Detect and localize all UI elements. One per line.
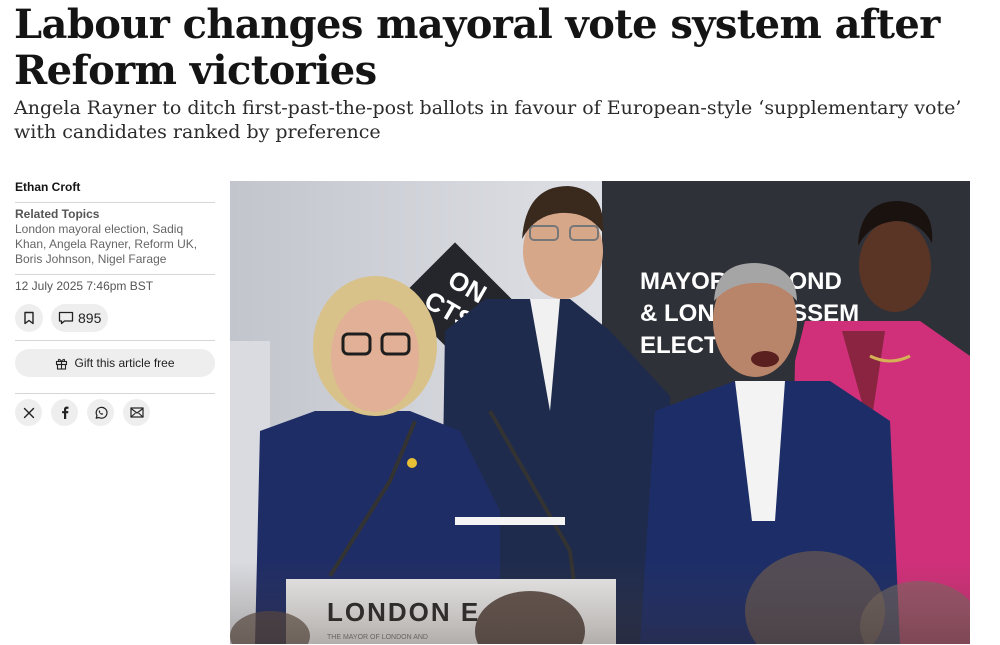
share-email-button[interactable] bbox=[123, 399, 150, 426]
audience bbox=[230, 551, 970, 644]
related-topics-title: Related Topics bbox=[15, 207, 100, 221]
comments-button[interactable]: 895 bbox=[51, 304, 109, 332]
gift-section: Gift this article free bbox=[15, 349, 215, 393]
email-icon bbox=[129, 407, 144, 418]
bookmark-button[interactable] bbox=[15, 304, 43, 332]
gift-icon bbox=[56, 358, 68, 370]
x-icon bbox=[23, 407, 34, 418]
lectern-light bbox=[455, 517, 565, 525]
article-headline: Labour changes mayoral vote system after… bbox=[14, 1, 940, 94]
comment-count: 895 bbox=[78, 310, 102, 326]
publish-date: 12 July 2025 7:46pm BST bbox=[15, 279, 154, 293]
whatsapp-icon bbox=[95, 406, 108, 419]
article-standfirst: Angela Rayner to ditch first-past-the-po… bbox=[14, 97, 962, 143]
gift-label: Gift this article free bbox=[74, 356, 175, 370]
facebook-icon bbox=[61, 406, 68, 419]
comment-icon bbox=[58, 311, 74, 325]
share-buttons bbox=[15, 394, 215, 426]
author-name[interactable]: Ethan Croft bbox=[15, 180, 215, 202]
share-facebook-button[interactable] bbox=[51, 399, 78, 426]
article-actions: 895 bbox=[15, 299, 215, 340]
backdrop-text-3: ELECT bbox=[640, 332, 719, 359]
related-topics: Related Topics London mayoral election, … bbox=[15, 203, 215, 274]
bookmark-icon bbox=[24, 311, 34, 325]
article-hero-photo: ON CTS MAYOR OF LOND & LONDON ASSEM ELEC… bbox=[230, 181, 970, 644]
article-sidebar: Ethan Croft Related Topics London mayora… bbox=[15, 180, 215, 426]
divider bbox=[15, 340, 215, 341]
photo-illustration: ON CTS MAYOR OF LOND & LONDON ASSEM ELEC… bbox=[230, 181, 970, 644]
share-whatsapp-button[interactable] bbox=[87, 399, 114, 426]
gift-article-button[interactable]: Gift this article free bbox=[15, 349, 215, 377]
related-topics-list[interactable]: London mayoral election, Sadiq Khan, Ang… bbox=[15, 222, 215, 267]
share-x-button[interactable] bbox=[15, 399, 42, 426]
